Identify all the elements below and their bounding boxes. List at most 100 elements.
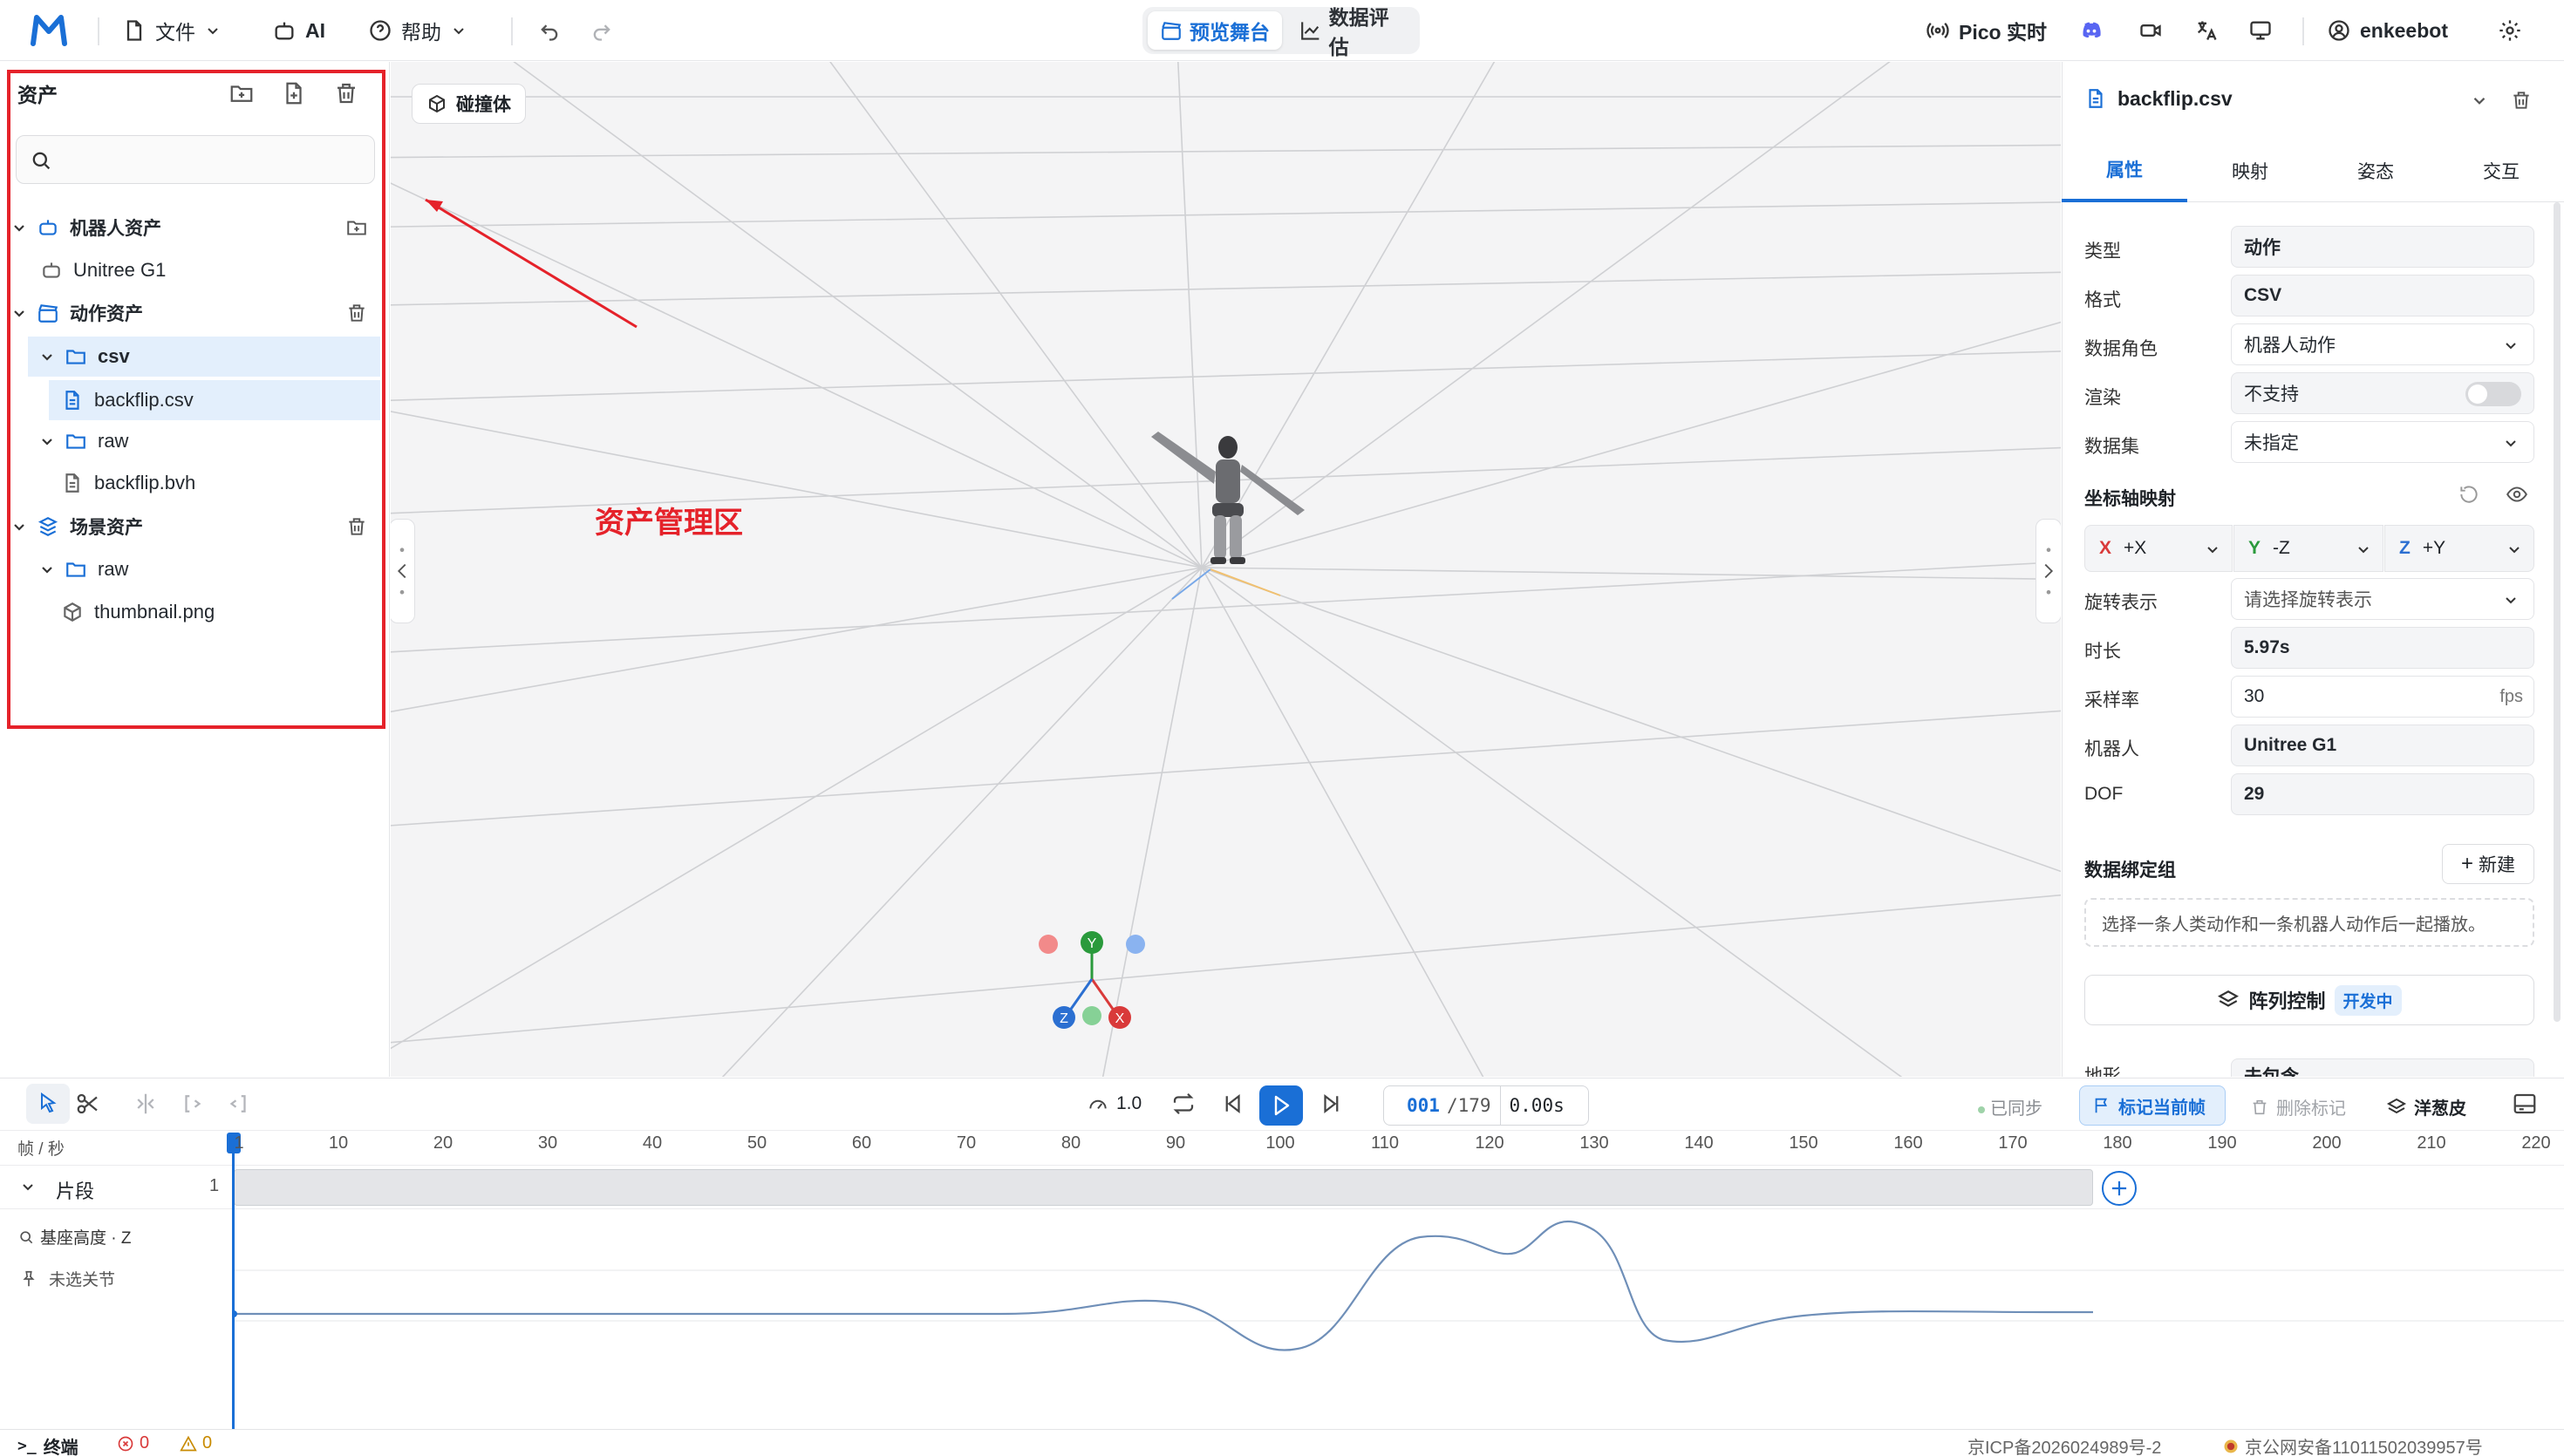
onion-skin-button[interactable]: 洋葱皮 (2386, 1094, 2466, 1119)
prop-rotation-select[interactable]: 请选择旋转表示 (2231, 578, 2534, 620)
playhead-line[interactable] (232, 1133, 235, 1429)
tab-mapping[interactable]: 映射 (2187, 139, 2313, 202)
tab-pose[interactable]: 姿态 (2313, 139, 2438, 202)
tree-file-backflip-bvh[interactable]: backflip.bvh (10, 463, 380, 503)
tree-folder-csv[interactable]: csv (28, 337, 380, 377)
prop-role-select[interactable]: 机器人动作 (2231, 323, 2534, 365)
playback-speed-button[interactable]: 1.0 (1087, 1092, 1142, 1115)
help-menu[interactable]: 帮助 (368, 12, 467, 49)
robot-model[interactable] (1151, 432, 1305, 600)
icp-link[interactable]: 京ICP备2026024989号-2 (1967, 1433, 2161, 1456)
loop-button[interactable] (1170, 1091, 1197, 1117)
delete-mark-button[interactable]: 删除标记 (2250, 1094, 2346, 1119)
reset-axis-button[interactable] (2458, 483, 2480, 506)
trash-icon[interactable] (345, 515, 368, 538)
tree-folder-raw-scene[interactable]: raw (10, 549, 380, 589)
tree-item-unitree-g1[interactable]: Unitree G1 (10, 250, 380, 290)
axis-gizmo[interactable]: Y X Z (1039, 931, 1145, 1029)
add-clip-button[interactable] (2102, 1171, 2137, 1206)
warning-count[interactable]: 0 (180, 1433, 212, 1453)
mode-eval-tab[interactable]: 数据评估 (1287, 6, 1420, 58)
ground-grid: Y X Z (391, 62, 2061, 1077)
mark-frame-button[interactable]: 标记当前帧 (2079, 1085, 2226, 1126)
tree-folder-raw[interactable]: raw (10, 421, 380, 461)
gizmo-neg-z-handle[interactable] (1126, 935, 1145, 954)
folder-plus-icon[interactable] (345, 216, 368, 239)
prop-rate-input[interactable]: 30 fps (2231, 676, 2534, 718)
redo-button[interactable] (590, 17, 616, 44)
collapse-left-panel-handle[interactable] (391, 519, 415, 623)
play-button[interactable] (1259, 1085, 1303, 1126)
new-binding-button[interactable]: + 新建 (2442, 844, 2534, 884)
user-menu[interactable]: enkeebot (2327, 12, 2448, 49)
settings-button[interactable] (2498, 17, 2524, 44)
chevron-down-icon[interactable] (19, 1178, 37, 1195)
tree-file-backflip-csv[interactable]: backflip.csv (49, 380, 380, 420)
tree-group-motion-assets[interactable]: 动作资产 (10, 293, 380, 333)
tab-interaction[interactable]: 交互 (2438, 139, 2564, 202)
tree-group-robot-assets[interactable]: 机器人资产 (10, 208, 380, 248)
gizmo-neg-y-handle[interactable] (1082, 1006, 1101, 1025)
trim-start-button[interactable] (180, 1091, 206, 1117)
trim-end-button[interactable] (225, 1091, 251, 1117)
asset-search-input[interactable] (16, 135, 375, 184)
timeline-panel-toggle[interactable] (2512, 1091, 2538, 1117)
prop-format-label: 格式 (2084, 290, 2121, 310)
police-link[interactable]: 京公网安备11011502039957号 (2222, 1433, 2483, 1456)
trash-icon[interactable] (345, 302, 368, 324)
skip-back-button[interactable] (1219, 1091, 1245, 1117)
ai-button[interactable]: AI (272, 12, 325, 49)
cursor-icon (41, 1092, 57, 1113)
skip-forward-button[interactable] (1319, 1091, 1345, 1117)
record-button[interactable] (2138, 17, 2165, 44)
collapse-right-panel-handle[interactable] (2036, 519, 2061, 623)
prop-rotation-value: 请选择旋转表示 (2244, 590, 2372, 610)
sync-status: 已同步 (1978, 1094, 2042, 1119)
tree-file-thumbnail[interactable]: thumbnail.png (10, 592, 380, 632)
playback-speed-value: 1.0 (1116, 1093, 1142, 1113)
array-control-button[interactable]: 阵列控制 开发中 (2084, 975, 2534, 1025)
render-toggle[interactable] (2465, 382, 2521, 406)
language-button[interactable] (2194, 17, 2220, 44)
display-button[interactable] (2248, 17, 2274, 44)
delete-asset-button[interactable] (333, 80, 359, 106)
file-menu[interactable]: 文件 (122, 12, 222, 49)
gizmo-z-label: Z (1060, 1011, 1068, 1026)
delete-file-button[interactable] (2510, 89, 2533, 112)
undo-button[interactable] (537, 17, 563, 44)
curve-channel-label: 基座高度 · Z (40, 1229, 132, 1248)
file-dropdown-button[interactable] (2470, 91, 2489, 110)
tab-properties[interactable]: 属性 (2062, 139, 2187, 202)
frame-current: 001 (1407, 1095, 1440, 1116)
new-folder-button[interactable] (228, 80, 255, 106)
cut-tool-button[interactable] (75, 1091, 101, 1117)
curve-graph[interactable] (234, 1209, 2564, 1430)
axis-z-select[interactable]: Z +Y (2384, 525, 2534, 572)
prop-dof-label: DOF (2084, 784, 2124, 804)
collider-toggle-button[interactable]: 碰撞体 (412, 84, 526, 124)
toggle-axis-visibility-button[interactable] (2505, 483, 2529, 506)
mode-preview-tab[interactable]: 预览舞台 (1148, 11, 1282, 50)
tree-group-scene-assets[interactable]: 场景资产 (10, 507, 380, 547)
app-logo[interactable] (28, 10, 70, 51)
3d-viewport[interactable]: Y X Z (391, 62, 2061, 1077)
folder-icon (65, 430, 87, 452)
prop-dataset-select[interactable]: 未指定 (2231, 421, 2534, 463)
error-count[interactable]: 0 (117, 1433, 149, 1453)
pico-live-button[interactable]: Pico 实时 (1926, 12, 2047, 49)
joint-select[interactable]: 未选关节 (19, 1267, 115, 1290)
axis-x-select[interactable]: X +X (2084, 525, 2233, 572)
discord-button[interactable] (2079, 17, 2105, 44)
gizmo-neg-x-handle[interactable] (1039, 935, 1058, 954)
new-file-button[interactable] (281, 80, 307, 106)
ruler-tick: 130 (1579, 1133, 1609, 1153)
frame-counter[interactable]: 001 /179 0.00s (1383, 1085, 1589, 1126)
curve-channel[interactable]: 基座高度 · Z (17, 1225, 132, 1248)
axis-y-select[interactable]: Y -Z (2233, 525, 2383, 572)
properties-scrollbar[interactable] (2554, 202, 2561, 1022)
select-tool-button[interactable] (26, 1084, 70, 1124)
split-tool-button[interactable] (133, 1091, 159, 1117)
terminal-button[interactable]: >_ 终端 (17, 1433, 78, 1456)
clip-bar[interactable] (234, 1169, 2093, 1206)
clipped-row: 地形 未包含 (2062, 1057, 2554, 1077)
